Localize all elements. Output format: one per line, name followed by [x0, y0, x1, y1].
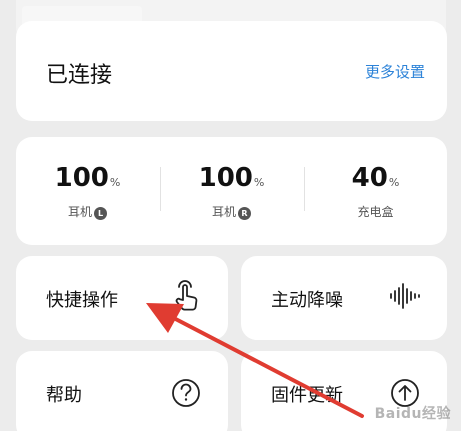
more-settings-link[interactable]: 更多设置	[365, 61, 425, 82]
question-circle-icon	[172, 379, 200, 407]
battery-value: 40%	[304, 163, 447, 193]
battery-number: 100	[54, 163, 109, 193]
help-label: 帮助	[46, 385, 82, 406]
battery-label: 耳机 R	[160, 203, 303, 220]
firmware-update-label: 固件更新	[271, 385, 343, 406]
battery-value: 100%	[16, 163, 159, 193]
right-badge-icon: R	[238, 207, 251, 220]
battery-number: 100	[198, 163, 253, 193]
watermark: Baidu经验	[374, 406, 451, 422]
battery-label: 耳机 L	[16, 203, 159, 220]
noise-control-tile[interactable]: 主动降噪	[241, 256, 447, 340]
battery-label: 充电盒	[304, 203, 447, 220]
battery-device-name: 充电盒	[357, 205, 394, 219]
battery-unit: %	[388, 176, 400, 189]
help-tile[interactable]: 帮助	[16, 351, 228, 431]
sound-wave-icon	[390, 283, 420, 309]
quick-actions-tile[interactable]: 快捷操作	[16, 256, 228, 340]
tap-gesture-icon	[175, 280, 198, 311]
battery-case: 40% 充电盒	[304, 137, 447, 245]
left-badge-icon: L	[94, 207, 107, 220]
battery-unit: %	[109, 176, 121, 189]
battery-number: 40	[351, 163, 388, 193]
settings-screen: 已连接 更多设置 100% 耳机 L 100% 耳机 R 40% 充电盒 快捷操…	[0, 0, 461, 431]
battery-unit: %	[253, 176, 265, 189]
connection-card: 已连接 更多设置	[16, 21, 447, 121]
battery-value: 100%	[160, 163, 303, 193]
battery-card: 100% 耳机 L 100% 耳机 R 40% 充电盒	[16, 137, 447, 245]
battery-right-earbud: 100% 耳机 R	[160, 137, 303, 245]
battery-device-name: 耳机	[67, 205, 92, 219]
battery-left-earbud: 100% 耳机 L	[16, 137, 159, 245]
noise-control-label: 主动降噪	[271, 290, 343, 311]
quick-actions-label: 快捷操作	[46, 290, 118, 311]
battery-device-name: 耳机	[211, 205, 236, 219]
connection-status: 已连接	[46, 63, 113, 88]
